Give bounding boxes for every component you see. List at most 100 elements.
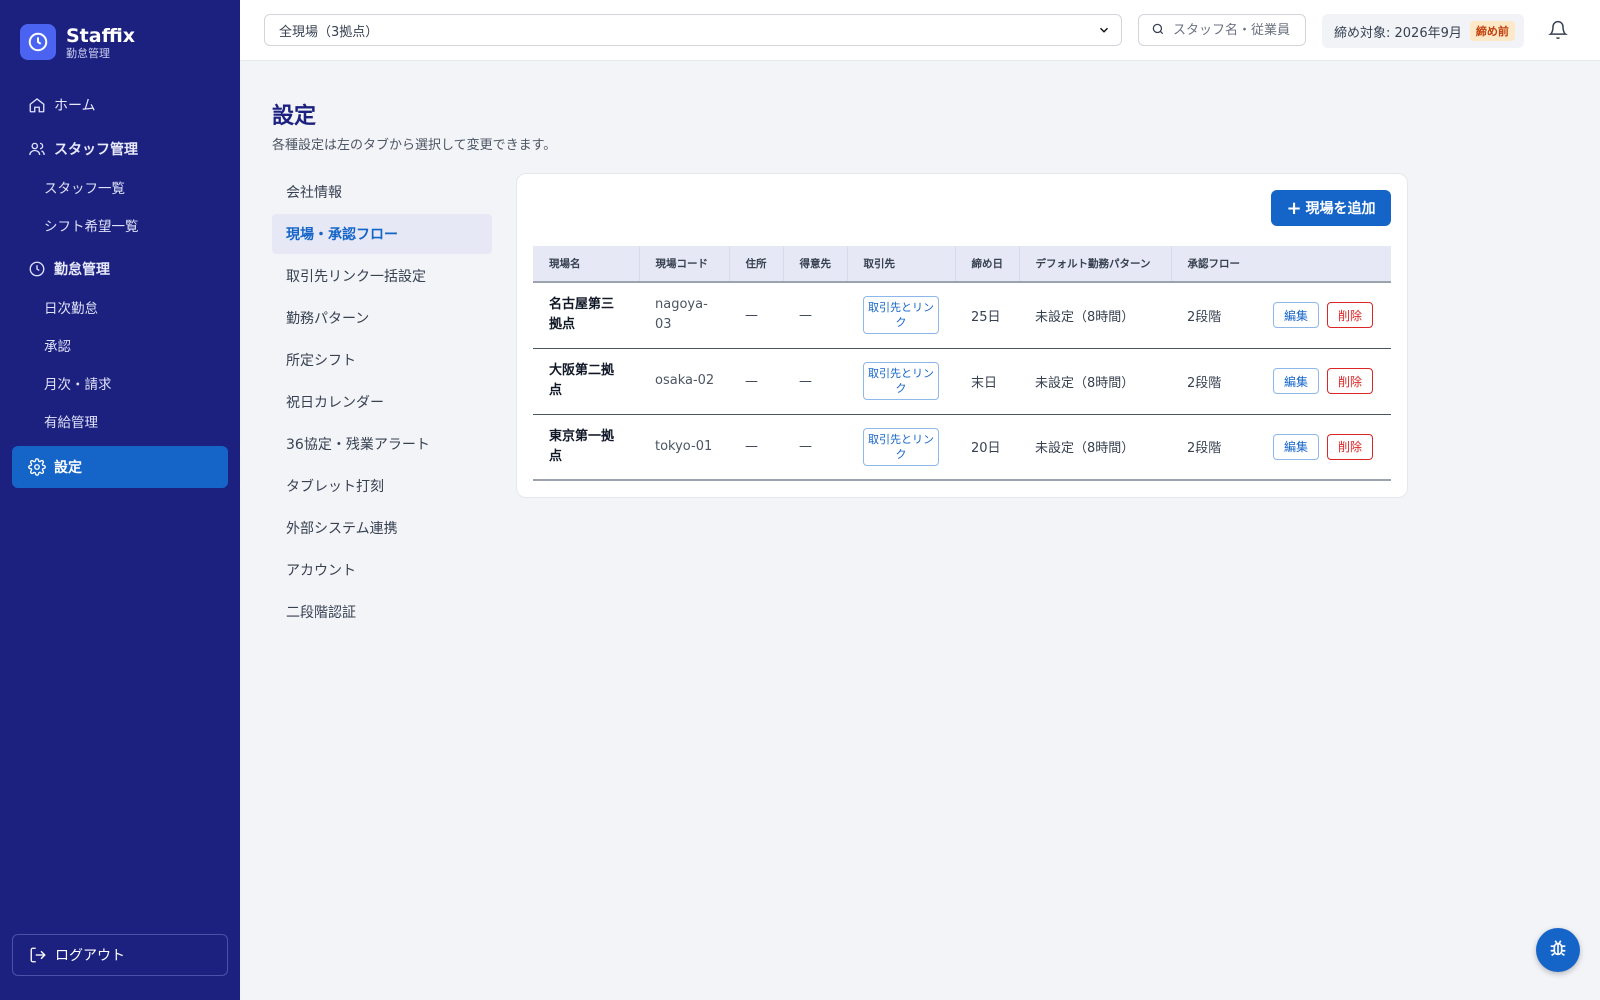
logout-button[interactable]: ログアウト [12, 934, 228, 976]
column-header: 取引先 [847, 246, 956, 283]
column-header: 現場名 [533, 246, 640, 283]
brand[interactable]: Staffix 勤怠管理 [20, 24, 135, 60]
sidebar-item-approval[interactable]: 承認 [12, 326, 228, 364]
site-name: 大阪第二拠点 [549, 363, 615, 398]
sidebar-item-staff-list[interactable]: スタッフ一覧 [12, 168, 228, 206]
column-header: 締め日 [955, 246, 1020, 283]
approval-flow: 2段階 [1187, 441, 1222, 457]
column-header: 承認フロー [1171, 246, 1391, 283]
delete-button[interactable]: 削除 [1327, 368, 1373, 394]
sidebar: Staffix 勤怠管理 ホーム スタッフ管理 スタッフ一覧 シフト希望一覧 勤… [0, 0, 240, 1000]
tab-scheduled-shifts[interactable]: 所定シフト [272, 340, 492, 380]
default-pattern: 未設定（8時間） [1019, 348, 1171, 415]
tab-tablet-clock[interactable]: タブレット打刻 [272, 466, 492, 506]
sidebar-item-label: ホーム [54, 98, 96, 114]
tab-account[interactable]: アカウント [272, 550, 492, 590]
column-header: 得意先 [783, 246, 848, 283]
site-address: — [729, 348, 783, 415]
delete-button[interactable]: 削除 [1327, 302, 1373, 329]
site-name: 名古屋第三拠点 [549, 297, 615, 333]
sidebar-item-paid-leave[interactable]: 有給管理 [12, 402, 228, 440]
closing-day: 25日 [955, 282, 1019, 349]
page-title: 設定 [272, 104, 317, 129]
bell-icon[interactable] [1548, 20, 1568, 44]
topbar: 全現場（3拠点） 締め対象: 2026年9月 締め前 [240, 0, 1600, 61]
chevron-down-icon [1097, 23, 1111, 41]
brand-subtitle: 勤怠管理 [66, 46, 110, 60]
table-row: 名古屋第三拠点 nagoya-03 — — 取引先とリンク 25日 未設定（8時… [533, 282, 1391, 349]
search-box[interactable] [1138, 14, 1306, 46]
page-description: 各種設定は左のタブから選択して変更できます。 [272, 138, 557, 153]
sites-card: + 現場を追加 現場名 現場コード 住所 得意先 取引先 締め日 デフォルト勤務… [516, 173, 1408, 498]
closing-period: 締め対象: 2026年9月 締め前 [1322, 14, 1524, 48]
edit-button[interactable]: 編集 [1273, 433, 1319, 460]
site-code: nagoya-03 [655, 297, 708, 333]
closing-period-label: 締め対象: 2026年9月 [1334, 25, 1462, 41]
sidebar-item-label: シフト希望一覧 [44, 219, 139, 235]
tab-overtime-alert[interactable]: 36協定・残業アラート [272, 424, 492, 464]
sidebar-item-staff-management[interactable]: スタッフ管理 [12, 130, 228, 168]
table-row: 東京第一拠点 tokyo-01 — — 取引先とリンク 20日 未設定（8時間）… [533, 414, 1391, 481]
table-header-row: 現場名 現場コード 住所 得意先 取引先 締め日 デフォルト勤務パターン 承認フ… [533, 246, 1391, 283]
bug-icon [1547, 937, 1569, 963]
sidebar-item-daily-attendance[interactable]: 日次勤怠 [12, 288, 228, 326]
link-client-button[interactable]: 取引先とリンク [863, 296, 939, 335]
column-header: デフォルト勤務パターン [1019, 246, 1172, 283]
default-pattern: 未設定（8時間） [1019, 414, 1171, 481]
add-site-button[interactable]: + 現場を追加 [1271, 190, 1391, 226]
users-icon [28, 140, 46, 158]
site-select[interactable]: 全現場（3拠点） [264, 14, 1122, 46]
clock-logo-icon [20, 24, 56, 60]
site-customer: — [783, 414, 847, 481]
sidebar-item-monthly-billing[interactable]: 月次・請求 [12, 364, 228, 402]
sidebar-item-label: 日次勤怠 [44, 301, 98, 317]
sidebar-item-shift-requests[interactable]: シフト希望一覧 [12, 206, 228, 244]
tab-holiday-calendar[interactable]: 祝日カレンダー [272, 382, 492, 422]
column-header: 住所 [729, 246, 784, 283]
bug-report-button[interactable] [1536, 928, 1580, 972]
approval-flow: 2段階 [1187, 375, 1222, 391]
column-header: 現場コード [639, 246, 730, 283]
brand-name: Staffix [66, 24, 136, 47]
edit-button[interactable]: 編集 [1273, 368, 1319, 394]
tab-external-integration[interactable]: 外部システム連携 [272, 508, 492, 548]
search-input[interactable] [1173, 22, 1291, 38]
sidebar-item-label: スタッフ一覧 [44, 181, 125, 197]
default-pattern: 未設定（8時間） [1019, 282, 1171, 349]
link-client-button[interactable]: 取引先とリンク [863, 362, 939, 400]
sidebar-nav: ホーム スタッフ管理 スタッフ一覧 シフト希望一覧 勤怠管理 日次勤怠 承認 月… [12, 86, 228, 488]
plus-icon: + [1286, 197, 1302, 219]
sidebar-item-label: 設定 [54, 460, 82, 476]
search-icon [1151, 21, 1165, 40]
table-row: 大阪第二拠点 osaka-02 — — 取引先とリンク 末日 未設定（8時間） … [533, 348, 1391, 415]
sidebar-item-attendance-management[interactable]: 勤怠管理 [12, 250, 228, 288]
sidebar-item-label: スタッフ管理 [54, 142, 138, 158]
sidebar-item-label: 承認 [44, 339, 71, 355]
tab-sites-approval-flow[interactable]: 現場・承認フロー [272, 214, 492, 254]
logout-label: ログアウト [55, 948, 125, 964]
site-customer: — [783, 348, 847, 415]
link-client-button[interactable]: 取引先とリンク [863, 427, 939, 466]
site-select-value: 全現場（3拠点） [279, 24, 379, 40]
approval-flow: 2段階 [1187, 309, 1222, 325]
tab-company-info[interactable]: 会社情報 [272, 172, 492, 212]
site-name: 東京第一拠点 [549, 428, 615, 464]
tab-work-patterns[interactable]: 勤務パターン [272, 298, 492, 338]
site-code: osaka-02 [655, 373, 715, 388]
home-icon [28, 96, 46, 114]
delete-button[interactable]: 削除 [1327, 433, 1373, 460]
site-address: — [729, 282, 783, 349]
sites-table: 現場名 現場コード 住所 得意先 取引先 締め日 デフォルト勤務パターン 承認フ… [533, 246, 1391, 481]
sidebar-item-label: 有給管理 [44, 415, 98, 431]
site-code: tokyo-01 [655, 438, 713, 454]
sidebar-item-label: 勤怠管理 [54, 262, 110, 278]
closing-day: 末日 [955, 348, 1019, 415]
gear-icon [28, 458, 46, 476]
sidebar-item-settings[interactable]: 設定 [12, 446, 228, 488]
edit-button[interactable]: 編集 [1273, 302, 1319, 329]
tab-client-link-bulk[interactable]: 取引先リンク一括設定 [272, 256, 492, 296]
clock-icon [28, 260, 46, 278]
status-badge: 締め前 [1469, 21, 1515, 41]
sidebar-item-home[interactable]: ホーム [12, 86, 228, 124]
tab-two-factor-auth[interactable]: 二段階認証 [272, 592, 492, 632]
